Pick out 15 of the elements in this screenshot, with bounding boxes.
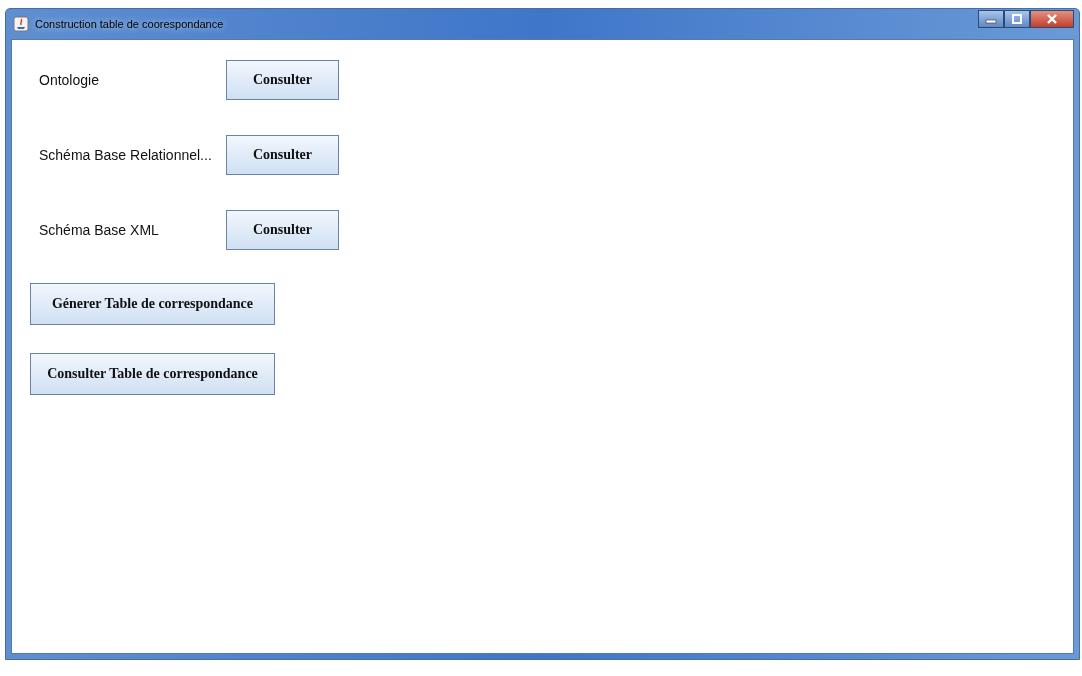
maximize-icon [1011, 14, 1023, 24]
action-button[interactable]: Génerer Table de correspondance [30, 283, 275, 325]
field-label: Schéma Base XML [39, 222, 160, 238]
consult-button[interactable]: Consulter [226, 210, 339, 250]
field-label: Schéma Base Relationnel... [39, 147, 213, 163]
consult-button[interactable]: Consulter [226, 60, 339, 100]
java-icon [13, 16, 29, 32]
window-title: Construction table de coorespondance [35, 18, 224, 30]
close-icon [1046, 14, 1058, 24]
minimize-button[interactable] [978, 10, 1004, 28]
field-label: Ontologie [39, 72, 100, 88]
action-button[interactable]: Consulter Table de correspondance [30, 353, 275, 395]
consult-button[interactable]: Consulter [226, 135, 339, 175]
maximize-button[interactable] [1004, 10, 1030, 28]
close-button[interactable] [1030, 10, 1074, 28]
